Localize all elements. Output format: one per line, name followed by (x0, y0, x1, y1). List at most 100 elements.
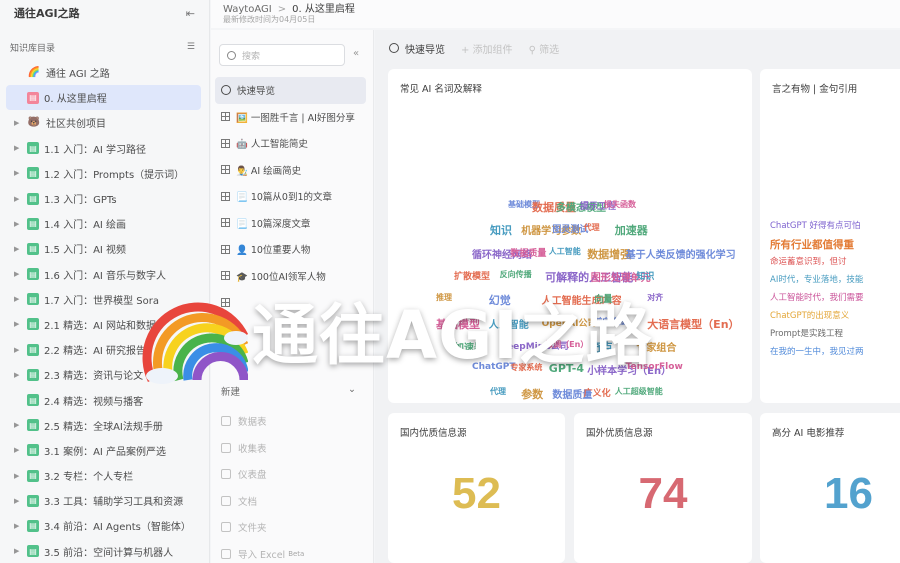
sidebar-item[interactable]: ▶ ▤ 1.2 入门：Prompts（提示词） (0, 161, 209, 186)
sidebar-item[interactable]: ▶ ▤ 1.3 入门：GPTs (0, 186, 209, 211)
sidebar-item[interactable]: ▶ ▤ 3.5 前沿：空间计算与机器人 (0, 539, 209, 563)
quote-line: ChatGPT 好得有点可怕 (770, 221, 861, 231)
quote-card[interactable]: 言之有物 | 金句引用 ChatGPT 好得有点可怕 所有行业都值得重 命运蓄意识到… (760, 69, 900, 403)
clock-icon (221, 85, 231, 96)
page-icon: ▤ (27, 545, 39, 558)
caret-right-icon[interactable]: ▶ (14, 446, 24, 454)
sidebar-item-label: 3.3 工具：辅助学习工具和资源 (44, 497, 184, 509)
cloud-word: 数据增强 (587, 247, 632, 261)
page-icon: ▤ (27, 167, 39, 180)
caret-right-icon[interactable]: ▶ (14, 220, 24, 228)
search-icon (227, 50, 236, 60)
caret-right-icon[interactable]: ▶ (14, 522, 24, 530)
new-item[interactable]: 仪表盘 (221, 461, 304, 488)
quote-line: AI时代，专业落地，技能 (770, 275, 864, 285)
table-icon (221, 218, 230, 228)
top-bar: WaytoAGI >0. 从这里启程 最新修改时间为04月05日 (211, 0, 900, 28)
new-item[interactable]: 数据表 (221, 408, 304, 435)
caret-right-icon[interactable]: ▶ (14, 195, 24, 203)
sidebar-item-label: 通往 AGI 之路 (46, 69, 110, 81)
sidebar-item-label: 1.1 入门：AI 学习路径 (44, 144, 147, 156)
dashboard-toolbar: 快速导览 + 添加组件 ⚲ 筛选 (375, 30, 900, 66)
table-icon (221, 112, 230, 122)
quote-line: 所有行业都值得重 (770, 239, 854, 251)
quote-line: 在我的一生中，我见过两 (770, 347, 864, 357)
nav-table-item[interactable]: 👤 10位重要人物 (215, 236, 366, 263)
breadcrumb: WaytoAGI >0. 从这里启程 (223, 0, 355, 15)
page-icon: ▤ (27, 368, 39, 381)
caret-right-icon[interactable]: ▶ (14, 295, 24, 303)
collapse-sidebar-icon[interactable]: ⇤ (186, 7, 195, 20)
sidebar-item[interactable]: ▶ ▤ 1.1 入门：AI 学习路径 (0, 136, 209, 161)
quote-line: 人工智能时代，我们需要 (770, 293, 864, 303)
sidebar-item[interactable]: 🌈 通往 AGI 之路 (0, 60, 209, 85)
cloud-word: 基于人类反馈的强化学习 (625, 249, 736, 261)
dashboard-title: 快速导览 (405, 44, 445, 56)
page-icon: ▤ (27, 494, 39, 507)
new-item[interactable]: 导入 Excel Beta (221, 541, 304, 563)
caret-right-icon[interactable]: ▶ (14, 421, 24, 429)
collapse-nav-icon[interactable]: « (353, 48, 359, 59)
caret-right-icon[interactable]: ▶ (14, 119, 24, 127)
sidebar-item-label: 3.5 前沿：空间计算与机器人 (44, 547, 174, 559)
nav-table-item[interactable]: 🖼️ 一图胜千言 | AI好图分享 (215, 104, 366, 131)
caret-right-icon[interactable]: ▶ (14, 320, 24, 328)
new-item[interactable]: 文件夹 (221, 514, 304, 541)
outline-toggle-icon[interactable]: ☰ (187, 42, 195, 52)
new-item[interactable]: 文档 (221, 488, 304, 515)
caret-right-icon[interactable]: ▶ (14, 547, 24, 555)
sidebar-item[interactable]: ▶ ▤ 3.2 专栏：个人专栏 (0, 463, 209, 488)
caret-right-icon[interactable]: ▶ (14, 346, 24, 354)
sidebar-item[interactable]: ▤ 0. 从这里启程 (6, 85, 201, 111)
sidebar-item-label: 2.3 精选：资讯与论文 (44, 371, 144, 383)
sidebar-item-label: 1.3 入门：GPTs (44, 195, 117, 207)
sidebar-item-label: 3.1 案例：AI 产品案例严选 (44, 446, 167, 458)
caret-right-icon[interactable]: ▶ (14, 270, 24, 278)
new-item[interactable]: 收集表 (221, 435, 304, 462)
page-icon: ▤ (27, 268, 39, 281)
sidebar-item[interactable]: ▶ ▤ 1.5 入门：AI 视频 (0, 236, 209, 261)
nav-table-item[interactable]: 📃 10篇从0到1的文章 (215, 183, 366, 210)
sidebar-item[interactable]: ▶ ▤ 2.5 精选：全球AI法规手册 (0, 413, 209, 438)
new-item-label: 文件夹 (238, 523, 267, 535)
add-widget-button[interactable]: + 添加组件 (461, 41, 513, 56)
stat-card-foreign[interactable]: 国外优质信息源 74 (574, 413, 752, 563)
nav-table-item[interactable]: 🤖 人工智能简史 (215, 130, 366, 157)
caret-right-icon[interactable]: ▶ (14, 472, 24, 480)
sidebar-item[interactable]: ▶ ▤ 3.1 案例：AI 产品案例严选 (0, 438, 209, 463)
caret-right-icon[interactable]: ▶ (14, 497, 24, 505)
page-icon: ▤ (27, 394, 39, 407)
dashboard-icon (389, 43, 399, 53)
caret-right-icon[interactable]: ▶ (14, 245, 24, 253)
stat-card-domestic[interactable]: 国内优质信息源 52 (388, 413, 565, 563)
quote-cloud: ChatGPT 好得有点可怕 所有行业都值得重 命运蓄意识到，但讨 AI时代，专业落地… (768, 109, 900, 399)
caret-right-icon[interactable]: ▶ (14, 169, 24, 177)
quote-line: 命运蓄意识到，但讨 (770, 257, 847, 267)
caret-right-icon[interactable]: ▶ (14, 144, 24, 152)
page-icon: ▤ (27, 519, 39, 532)
new-section[interactable]: 新建 ⌄ (221, 384, 356, 398)
new-item-label: 收集表 (238, 443, 267, 455)
sidebar-item[interactable]: ▤ 2.4 精选：视频与播客 (0, 387, 209, 412)
nav-item-label: 📃 10篇从0到1的文章 (236, 192, 333, 204)
cloud-word: 代理 (583, 223, 600, 233)
stat-value-domestic: 52 (452, 469, 501, 518)
caret-right-icon[interactable]: ▶ (14, 371, 24, 379)
stat-card-movies[interactable]: 高分 AI 电影推荐 16 (760, 413, 900, 563)
sidebar-item[interactable]: ▶ ▤ 3.3 工具：辅助学习工具和资源 (0, 488, 209, 513)
page-icon: ▤ (27, 142, 39, 155)
search-input[interactable]: 搜索 (219, 44, 345, 66)
page-icon: ▤ (27, 217, 39, 230)
sidebar-item[interactable]: ▶ ▤ 3.4 前沿：AI Agents（智能体） (0, 513, 209, 538)
table-icon (221, 244, 230, 254)
sidebar-item[interactable]: ▶ ▤ 1.4 入门：AI 绘画 (0, 211, 209, 236)
new-type-icon (221, 495, 231, 506)
nav-table-item[interactable]: 快速导览 (215, 77, 366, 104)
nav-table-item[interactable]: 👨‍🎨 AI 绘画简史 (215, 157, 366, 184)
filter-button[interactable]: ⚲ 筛选 (529, 41, 560, 56)
chevron-down-icon[interactable]: ⌄ (348, 384, 356, 398)
sidebar-item[interactable]: ▶ 🐻 社区共创项目 (0, 110, 209, 135)
rainbow-icon (140, 276, 249, 384)
bear-icon: 🐻 (27, 117, 41, 129)
nav-table-item[interactable]: 📃 10篇深度文章 (215, 210, 366, 237)
